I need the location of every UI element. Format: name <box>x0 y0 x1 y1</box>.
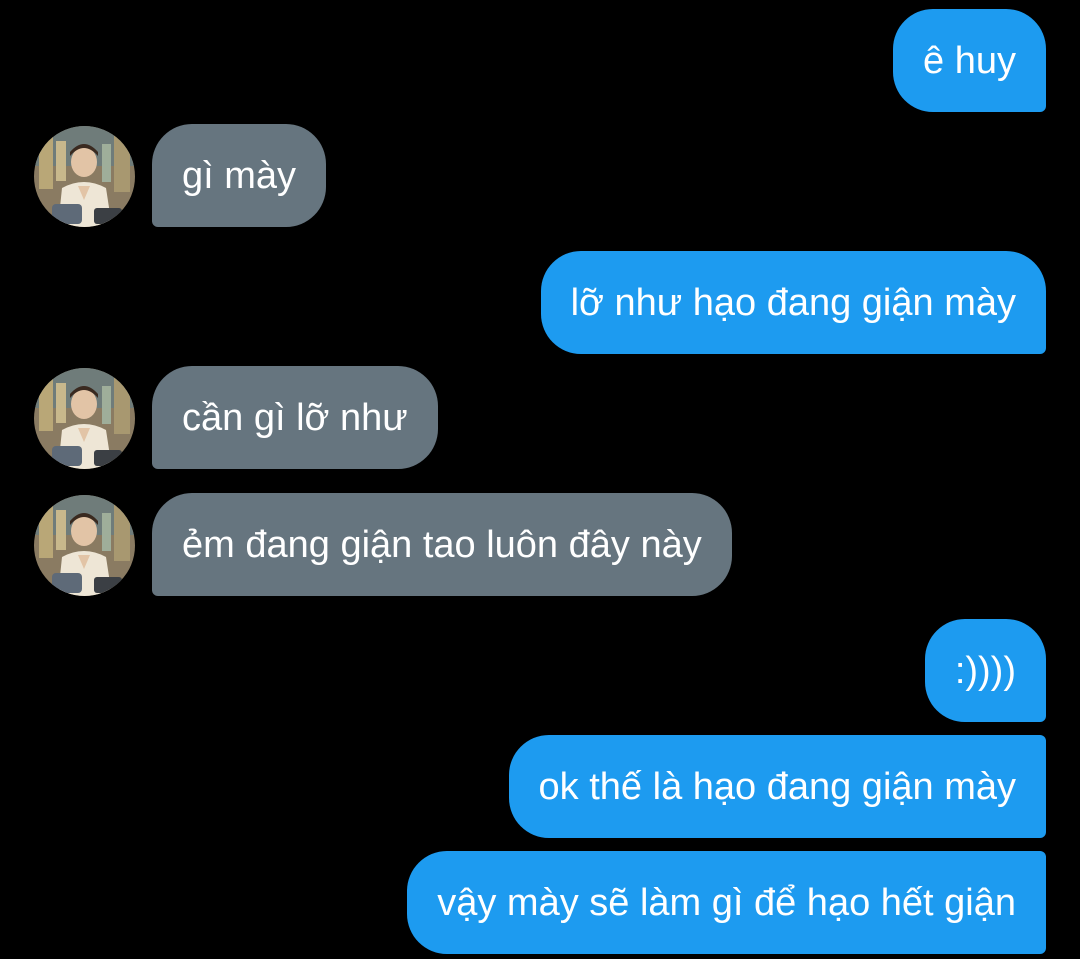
avatar-photo-icon <box>34 495 135 596</box>
contact-avatar[interactable] <box>34 368 135 469</box>
message-bubble-outgoing[interactable]: ok thế là hạo đang giận mày <box>508 735 1046 838</box>
message-text: ok thế là hạo đang giận mày <box>538 765 1016 808</box>
message-text: :)))) <box>954 649 1016 692</box>
contact-avatar[interactable] <box>34 495 135 596</box>
message-bubble-incoming[interactable]: gì mày <box>152 124 327 227</box>
message-bubble-incoming[interactable]: ẻm đang giận tao luôn đây này <box>152 493 732 596</box>
message-bubble-outgoing[interactable]: lỡ như hạo đang giận mày <box>540 251 1046 354</box>
message-text: ê huy <box>923 39 1016 82</box>
message-text: cần gì lỡ như <box>182 396 408 439</box>
message-bubble-incoming[interactable]: cần gì lỡ như <box>152 366 438 469</box>
avatar-photo-icon <box>34 126 135 227</box>
message-bubble-outgoing[interactable]: :)))) <box>924 619 1046 722</box>
message-text: lỡ như hạo đang giận mày <box>570 281 1016 324</box>
message-text: gì mày <box>182 154 297 197</box>
message-text: ẻm đang giận tao luôn đây này <box>182 523 702 566</box>
conversation-view: ê huy gì mày lỡ như hạo đang giận mày cầ… <box>0 0 1080 959</box>
message-bubble-outgoing[interactable]: vậy mày sẽ làm gì để hạo hết giận <box>407 851 1046 954</box>
contact-avatar[interactable] <box>34 126 135 227</box>
avatar-photo-icon <box>34 368 135 469</box>
message-bubble-outgoing[interactable]: ê huy <box>893 9 1046 112</box>
message-text: vậy mày sẽ làm gì để hạo hết giận <box>437 881 1016 924</box>
